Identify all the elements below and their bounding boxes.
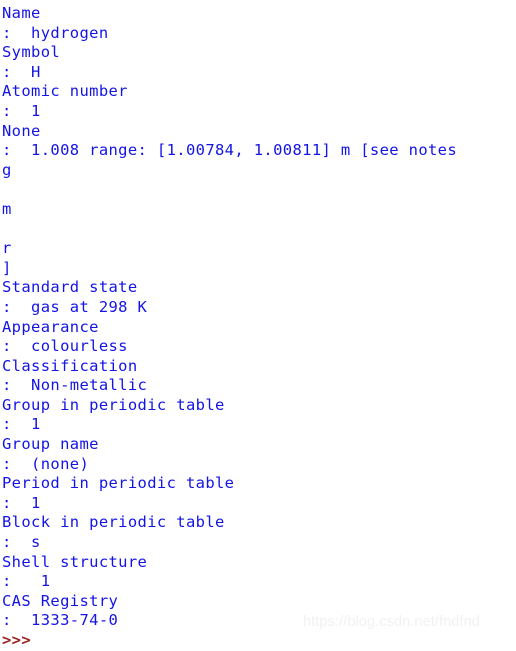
- output-blank-line: [2, 180, 516, 200]
- output-line: Standard state: [2, 278, 138, 297]
- output-line: : gas at 298 K: [2, 297, 148, 316]
- shell-prompt: >>>: [2, 631, 32, 649]
- output-line: : s: [2, 533, 41, 552]
- output-line: ]: [2, 258, 12, 277]
- output-line: r: [2, 239, 12, 258]
- output-line: Name: [2, 4, 41, 22]
- output-line: : 1333-74-0: [2, 611, 119, 630]
- output-line: : Non-metallic: [2, 376, 148, 395]
- output-line: : hydrogen: [2, 23, 109, 42]
- output-line: : (none): [2, 454, 90, 473]
- output-line: Appearance: [2, 317, 99, 336]
- console-output-area[interactable]: Name: hydrogen Symbol: H Atomic number: 1N…: [0, 0, 516, 651]
- output-line: m: [2, 199, 12, 218]
- output-line: Shell structure: [2, 552, 148, 571]
- output-line: Period in periodic table: [2, 474, 235, 493]
- output-line: Group name: [2, 435, 99, 454]
- output-line: Symbol: [2, 43, 61, 62]
- output-line: : colourless: [2, 337, 128, 356]
- output-line: : 1: [2, 101, 41, 120]
- output-line: Block in periodic table: [2, 513, 225, 532]
- output-line: : H: [2, 62, 41, 81]
- output-line: Group in periodic table: [2, 395, 225, 414]
- output-line: CAS Registry: [2, 591, 119, 610]
- output-line: : 1: [2, 493, 41, 512]
- output-line: Atomic number: [2, 82, 128, 101]
- output-line: : 1: [2, 415, 41, 434]
- output-line: : 1: [2, 572, 51, 591]
- output-line: Classification: [2, 356, 138, 375]
- output-line: None: [2, 121, 41, 140]
- output-line: g: [2, 160, 12, 179]
- output-blank-line: [2, 220, 516, 240]
- output-line: : 1.008 range: [1.00784, 1.00811] m [see…: [2, 141, 458, 160]
